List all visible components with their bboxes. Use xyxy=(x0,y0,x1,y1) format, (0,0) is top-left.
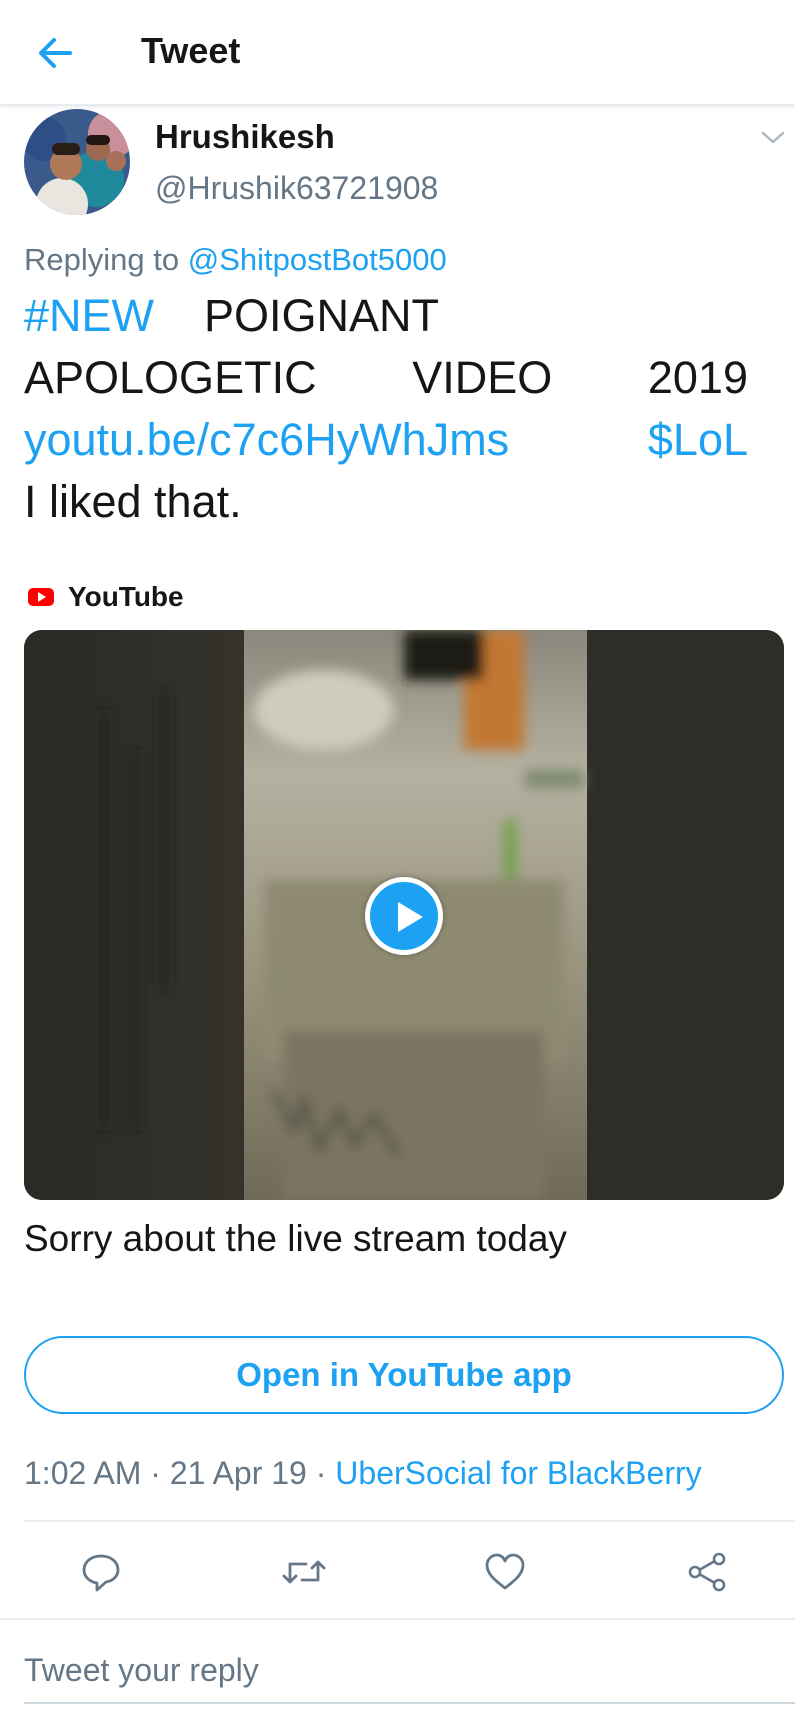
reply-input[interactable] xyxy=(24,1640,764,1700)
tweet-meta: 1:02 AM · 21 Apr 19 · UberSocial for Bla… xyxy=(24,1455,702,1492)
divider xyxy=(24,1520,795,1522)
replying-prefix: Replying to xyxy=(24,242,188,277)
top-app-bar: Tweet xyxy=(0,0,795,106)
tweet-source-link[interactable]: UberSocial for BlackBerry xyxy=(335,1455,701,1491)
tweet-word: VIDEO xyxy=(412,352,553,403)
tweet-time: 1:02 AM xyxy=(24,1455,142,1491)
chevron-down-icon xyxy=(761,131,785,144)
like-button[interactable] xyxy=(478,1545,532,1599)
play-button[interactable] xyxy=(365,877,443,955)
heart-icon xyxy=(485,1553,525,1590)
retweet-icon xyxy=(282,1560,326,1584)
url-link[interactable]: youtu.be/c7c6HyWhJms xyxy=(24,414,509,476)
author-handle[interactable]: @Hrushik63721908 xyxy=(155,170,438,207)
meta-separator: · xyxy=(306,1455,336,1491)
page-title: Tweet xyxy=(141,30,241,71)
avatar[interactable] xyxy=(24,109,130,215)
reply-button[interactable] xyxy=(74,1545,128,1599)
tweet-text-line-1: #NEW POIGNANT xyxy=(24,290,748,352)
hashtag-link[interactable]: #NEW xyxy=(24,290,154,352)
share-button[interactable] xyxy=(680,1545,734,1599)
replying-to: Replying to @ShitpostBot5000 xyxy=(24,242,447,278)
meta-separator: · xyxy=(141,1455,170,1491)
reply-input-underline xyxy=(24,1702,795,1704)
tweet-options-button[interactable] xyxy=(760,125,786,149)
tweet-word: APOLOGETIC xyxy=(24,352,317,403)
tweet-word: 2019 xyxy=(647,352,748,403)
tweet-word: POIGNANT xyxy=(204,290,440,341)
tweet-date: 21 Apr 19 xyxy=(169,1455,307,1491)
youtube-logo-icon xyxy=(28,588,54,606)
open-in-youtube-button[interactable]: Open in YouTube app xyxy=(24,1336,784,1414)
speech-bubble-icon xyxy=(82,1554,120,1592)
tweet-text-line-2: APOLOGETIC VIDEO 2019 xyxy=(24,352,748,414)
replying-mention[interactable]: @ShitpostBot5000 xyxy=(188,242,447,277)
tweet-text-line-3: youtu.be/c7c6HyWhJms $LoL xyxy=(24,414,748,476)
card-source: YouTube xyxy=(28,580,184,614)
cashtag-link[interactable]: $LoL xyxy=(648,414,748,476)
card-source-label: YouTube xyxy=(68,581,184,612)
tweet-word: I liked that. xyxy=(24,476,242,527)
author-display-name[interactable]: Hrushikesh xyxy=(155,118,335,156)
retweet-button[interactable] xyxy=(277,1545,331,1599)
card-title[interactable]: Sorry about the live stream today xyxy=(24,1218,567,1260)
arrow-left-icon xyxy=(39,38,72,68)
share-icon xyxy=(688,1552,726,1592)
tweet-text-line-4: I liked that. xyxy=(24,476,748,538)
back-button[interactable] xyxy=(30,28,80,78)
